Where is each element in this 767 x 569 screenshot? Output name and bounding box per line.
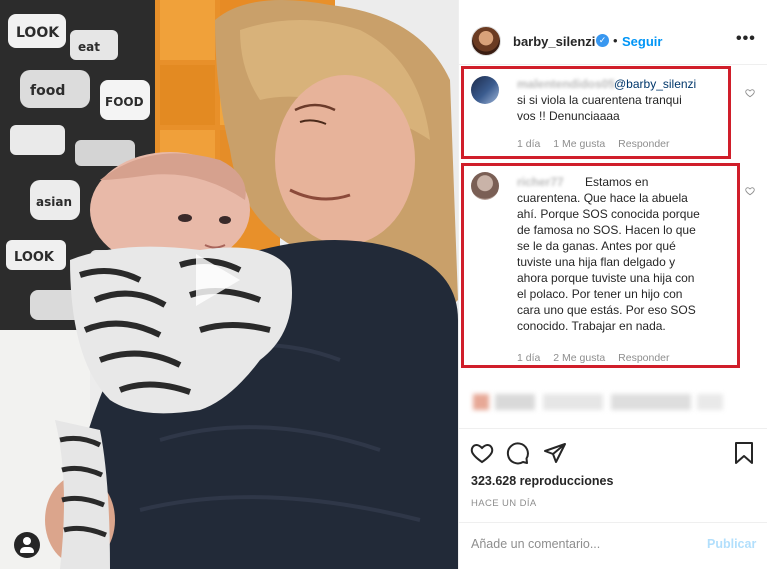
heart-icon[interactable]: [470, 441, 494, 465]
author-username[interactable]: barby_silenzi: [513, 34, 595, 49]
publish-button[interactable]: Publicar: [707, 537, 756, 551]
sticker-text: FOOD: [105, 95, 144, 109]
comment-like-icon[interactable]: [745, 88, 755, 98]
post-header: barby_silenzi ✓ • Seguir •••: [459, 14, 767, 64]
sticker-text: LOOK: [16, 25, 60, 41]
comment-icon[interactable]: [506, 441, 530, 465]
sticker-text: LOOK: [14, 250, 55, 265]
woman-face: [275, 75, 415, 245]
add-comment-divider: [459, 522, 767, 523]
actions-divider: [459, 428, 767, 429]
separator-dot: •: [613, 33, 618, 48]
post-sidebar: barby_silenzi ✓ • Seguir ••• malentendid…: [458, 0, 767, 569]
view-count[interactable]: 323.628 reproducciones: [471, 474, 613, 488]
comment-like-icon[interactable]: [745, 186, 755, 196]
play-icon[interactable]: [196, 254, 240, 306]
more-options-icon[interactable]: •••: [736, 30, 756, 48]
post-media[interactable]: LOOK eat food FOOD asian LOOK: [0, 0, 458, 569]
author-avatar[interactable]: [471, 26, 501, 56]
add-comment-input[interactable]: Añade un comentario...: [471, 537, 600, 551]
post-date[interactable]: HACE UN DÍA: [471, 498, 537, 509]
share-icon[interactable]: [543, 441, 567, 465]
blurred-comment: [473, 388, 723, 416]
sticker-text: food: [30, 83, 65, 99]
highlight-box: [461, 66, 731, 159]
tagged-users-icon[interactable]: [14, 532, 40, 558]
bookmark-icon[interactable]: [733, 441, 755, 465]
sticker-text: asian: [36, 195, 72, 209]
follow-button[interactable]: Seguir: [622, 34, 662, 49]
sticker-text: eat: [78, 40, 100, 54]
highlight-box: [461, 163, 740, 368]
header-divider: [459, 64, 767, 65]
verified-badge-icon: ✓: [596, 34, 609, 47]
